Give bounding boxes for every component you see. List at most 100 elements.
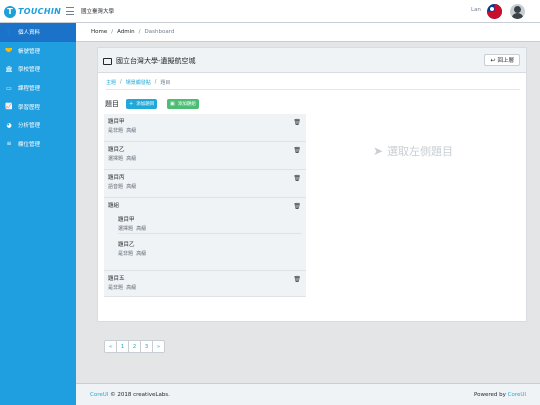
question-type: 是非題 — [118, 251, 134, 257]
footer-copyright: CoreUI © 2018 creativeLabs. — [90, 392, 170, 398]
trash-icon[interactable]: 🗑 — [293, 119, 301, 126]
question-meta: 是非題 高級 — [118, 250, 302, 257]
breadcrumb-separator: / — [111, 29, 114, 35]
screen-icon — [103, 57, 112, 65]
sidebar-item-analytics[interactable]: ◕ 分析管理 — [0, 116, 76, 135]
back-button-label: 回上層 — [497, 58, 514, 64]
trash-icon[interactable]: 🗑 — [293, 175, 301, 182]
question-title: 題目甲 — [118, 217, 135, 223]
sidebar-item-schools[interactable]: 🏛 學校管理 — [0, 60, 76, 79]
sidebar-item-label: 個人資料 — [18, 30, 41, 37]
list-item[interactable]: 題目五 是非題 高級 🗑 — [104, 271, 306, 297]
list-item[interactable]: 題目乙 選擇題 高級 🗑 — [104, 142, 306, 170]
mouse-pointer-icon: ➤ — [373, 144, 384, 158]
top-header: T TOUCHIN 國立臺灣大學 Lan — [0, 0, 540, 23]
user-name[interactable]: Lan — [471, 7, 481, 13]
crumb-current: 題目 — [160, 80, 171, 86]
breadcrumb-current: Dashboard — [144, 29, 175, 35]
sidebar-toggle-icon[interactable] — [66, 7, 74, 15]
footer-powered-link[interactable]: CoreUI — [508, 392, 526, 398]
add-question-button[interactable]: + 添加題目 — [126, 99, 158, 109]
list-item[interactable]: 題目丙 語音題 高級 🗑 — [104, 170, 306, 198]
list-item[interactable]: 題目甲 選擇題 高級 — [118, 209, 302, 233]
folder-plus-icon: ▣ — [170, 101, 175, 107]
question-meta: 語音題 高級 — [108, 183, 302, 190]
question-type: 語音題 — [108, 184, 124, 190]
sidebar-item-fields[interactable]: ≡ 欄位管理 — [0, 135, 76, 154]
school-icon: 🏛 — [5, 65, 13, 73]
sidebar-item-accounts[interactable]: 🤝 帳號管理 — [0, 42, 76, 61]
taiwan-flag-icon[interactable] — [487, 4, 502, 19]
question-level: 高級 — [136, 226, 147, 232]
add-question-label: 添加題目 — [136, 102, 155, 107]
sidebar-item-profile[interactable]: 👤 個人資料 — [0, 23, 76, 42]
inner-breadcrumb: 主題 / 場景觸發點 / 題目 — [106, 78, 520, 90]
question-meta: 是非題 高級 — [108, 127, 302, 134]
page-next-button[interactable]: » — [152, 340, 165, 353]
placeholder-text: 選取左側題目 — [387, 145, 454, 158]
sidebar-item-label: 課程管理 — [18, 86, 41, 93]
question-meta: 選擇題 高級 — [108, 155, 302, 162]
back-button[interactable]: ↩ 回上層 — [484, 54, 520, 66]
chart-icon: 📈 — [5, 103, 13, 111]
group-title: 題組 — [108, 203, 120, 209]
question-title: 題目乙 — [108, 147, 125, 153]
touchin-logo[interactable]: T TOUCHIN — [4, 5, 61, 18]
question-type: 選擇題 — [108, 156, 124, 162]
school-name: 國立臺灣大學 — [81, 9, 115, 15]
user-icon: 👤 — [5, 28, 13, 36]
sidebar: 👤 個人資料 🤝 帳號管理 🏛 學校管理 ▭ 課程管理 📈 學習歷程 ◕ 分析管… — [0, 23, 76, 405]
questions-heading: 題目 — [105, 100, 119, 108]
question-level: 高級 — [126, 184, 137, 190]
user-avatar-icon[interactable] — [510, 4, 525, 19]
question-level: 高級 — [126, 285, 137, 291]
sidebar-item-label: 學習歷程 — [18, 104, 41, 111]
question-meta: 是非題 高級 — [108, 284, 302, 291]
crumb-topic[interactable]: 主題 — [106, 79, 116, 86]
sidebar-item-label: 分析管理 — [18, 123, 41, 130]
list-icon: ≡ — [6, 140, 12, 148]
breadcrumb-home[interactable]: Home — [91, 29, 107, 35]
page-footer: CoreUI © 2018 creativeLabs. Powered by C… — [76, 383, 540, 405]
logo-text: TOUCHIN — [18, 7, 62, 16]
screen-icon: ▭ — [6, 84, 12, 92]
logo-mark-icon: T — [4, 5, 16, 18]
breadcrumb-separator: / — [138, 29, 141, 35]
reply-arrow-icon: ↩ — [490, 56, 496, 64]
card-title-text: 國立台灣大學-遺擬航空城 — [116, 57, 196, 65]
sidebar-item-label: 學校管理 — [18, 67, 41, 74]
question-meta: 選擇題 高級 — [118, 225, 302, 232]
question-level: 高級 — [126, 156, 137, 162]
pie-icon: ◕ — [6, 121, 12, 129]
trash-icon[interactable]: 🗑 — [293, 147, 301, 154]
card-title: 國立台灣大學-遺擬航空城 — [103, 56, 196, 66]
footer-copyright-text: © 2018 creativeLabs. — [110, 391, 170, 398]
sidebar-item-label: 欄位管理 — [18, 141, 41, 148]
breadcrumb-admin[interactable]: Admin — [117, 29, 135, 35]
sidebar-item-learning[interactable]: 📈 學習歷程 — [0, 97, 76, 116]
card-header: 國立台灣大學-遺擬航空城 ↩ 回上層 — [98, 48, 526, 73]
list-item[interactable]: 題目甲 是非題 高級 🗑 — [104, 114, 306, 142]
footer-powered-text: Powered by — [473, 391, 506, 398]
empty-detail-placeholder: ➤ 選取左側題目 — [373, 143, 453, 159]
sidebar-item-courses[interactable]: ▭ 課程管理 — [0, 79, 76, 98]
question-level: 高級 — [136, 251, 147, 257]
plus-icon: + — [129, 101, 134, 107]
trash-icon[interactable]: 🗑 — [293, 276, 301, 283]
question-editor-card: 國立台灣大學-遺擬航空城 ↩ 回上層 主題 / 場景觸發點 / 題目 題目 + … — [97, 47, 527, 353]
question-title: 題目五 — [108, 276, 125, 282]
crumb-scene[interactable]: 場景觸發點 — [126, 79, 151, 86]
footer-powered: Powered by CoreUI — [474, 392, 526, 398]
sidebar-item-label: 帳號管理 — [18, 48, 41, 55]
list-item[interactable]: 題目乙 是非題 高級 — [118, 233, 302, 257]
question-list: 題目甲 是非題 高級 🗑 題目乙 選擇題 高級 🗑 題目丙 語音題 高級 🗑 題… — [104, 114, 306, 297]
pagination: « 1 2 3 » — [104, 340, 165, 353]
breadcrumb-separator: / — [154, 79, 157, 85]
question-type: 選擇題 — [118, 226, 134, 232]
trash-icon[interactable]: 🗑 — [293, 203, 301, 210]
question-type: 是非題 — [108, 128, 124, 134]
question-title: 題目丙 — [108, 175, 125, 181]
footer-brand-link[interactable]: CoreUI — [90, 392, 108, 398]
question-group[interactable]: 題組 🗑 題目甲 選擇題 高級 題目乙 是非題 高級 — [104, 198, 306, 271]
add-group-button[interactable]: ▣ 添加題組 — [167, 99, 199, 109]
